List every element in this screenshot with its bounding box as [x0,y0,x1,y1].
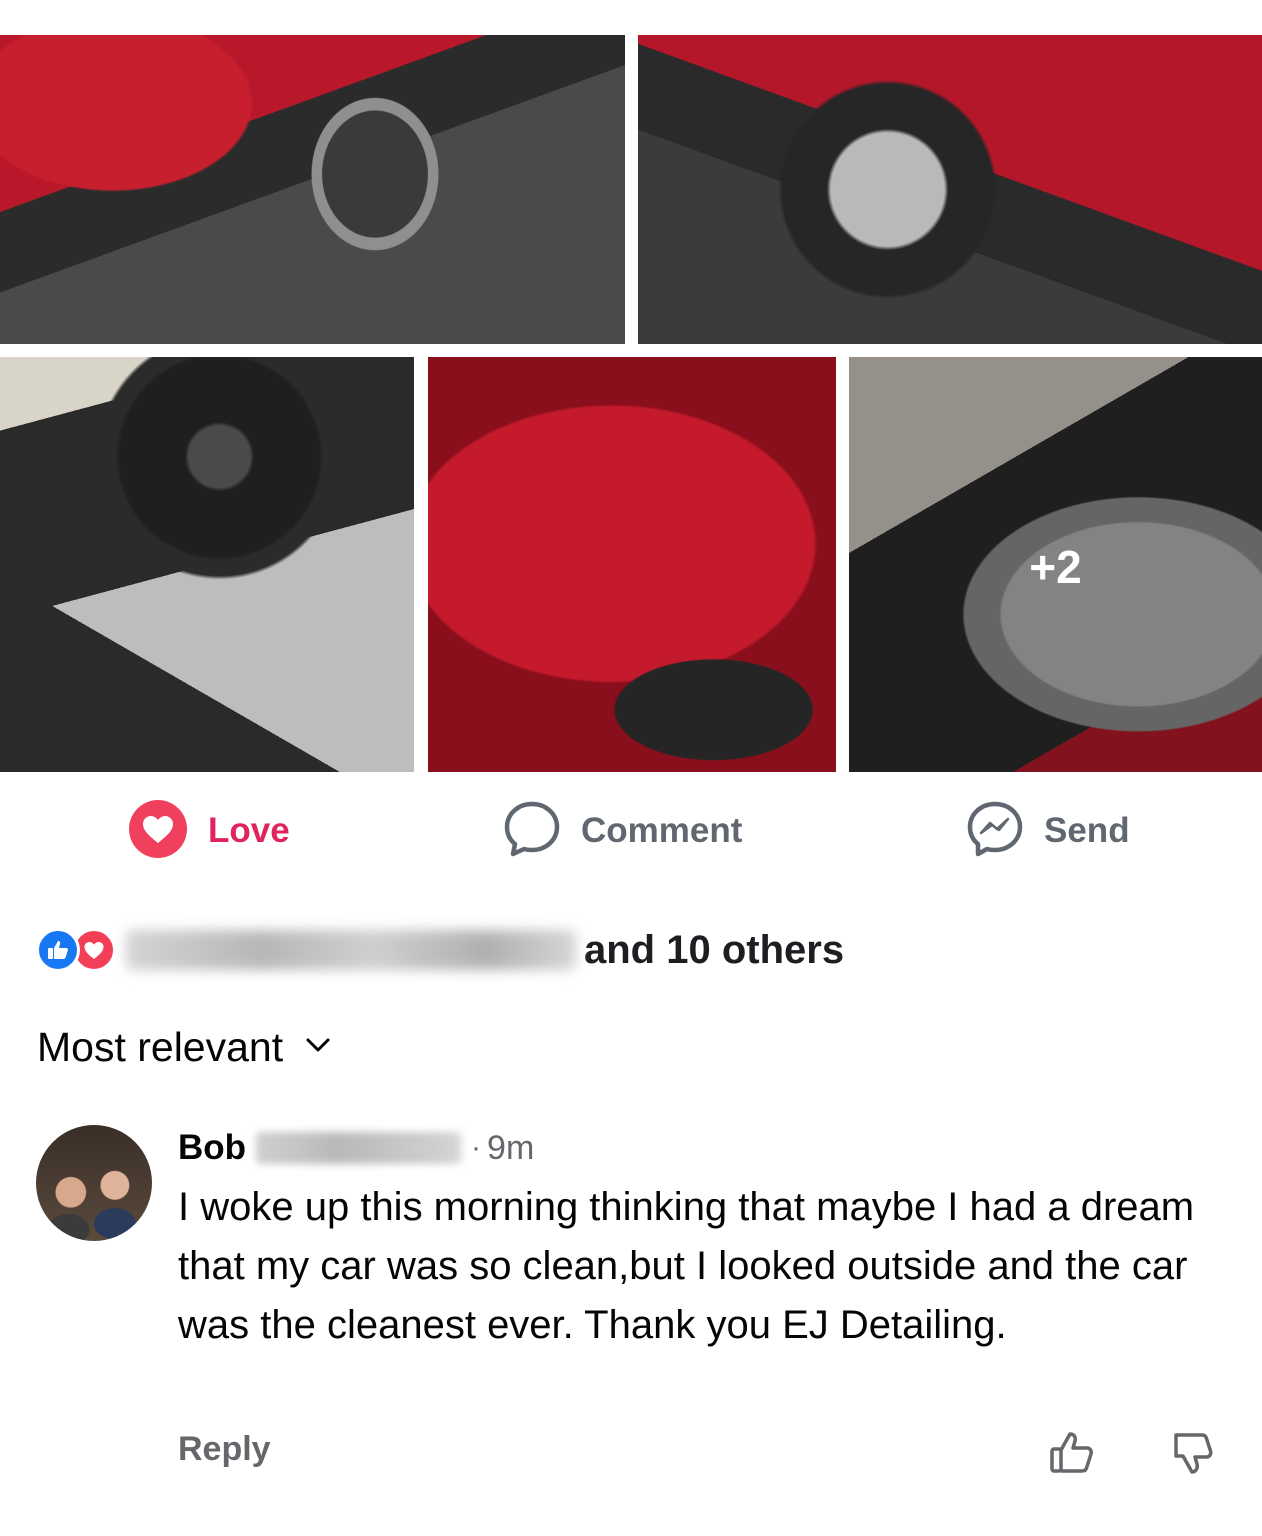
photo-hood[interactable] [428,357,836,772]
comment-bubble-icon [503,800,561,863]
reactions-summary[interactable]: and 10 others [36,925,844,975]
photo-interior-dashboard[interactable] [0,357,414,772]
love-button[interactable]: Love [128,799,290,864]
chevron-down-icon [283,1037,331,1058]
comment-label: Comment [581,811,743,850]
author-surname-redacted [256,1132,462,1164]
like-reaction-icon [36,928,80,972]
reply-button[interactable]: Reply [178,1430,271,1469]
reaction-count-text: and 10 others [584,927,845,972]
messenger-icon [966,800,1024,863]
thumbs-up-icon[interactable] [1048,1429,1096,1482]
comment-text: I woke up this morning thinking that may… [178,1185,1195,1347]
comment-button[interactable]: Comment [503,800,742,862]
dot-separator: · [471,1131,482,1164]
reactor-names-redacted [126,930,576,970]
comment-header: Bob · 9m [178,1124,534,1172]
send-label: Send [1044,811,1130,850]
comment-sort-dropdown[interactable]: Most relevant [37,1024,331,1071]
heart-icon [128,799,188,864]
photo-front-bumper[interactable] [0,35,625,344]
send-button[interactable]: Send [966,800,1130,862]
comment-timestamp: 9m [487,1128,535,1167]
comment-author-name[interactable]: Bob [178,1128,246,1168]
more-photos-count: +2 [1029,541,1082,593]
photo-rear-wheel[interactable] [638,35,1262,344]
photo-rear-seat-more[interactable]: +2 [849,357,1262,772]
love-label: Love [208,811,290,850]
avatar[interactable] [36,1125,152,1241]
thumbs-down-icon[interactable] [1168,1429,1216,1482]
sort-label: Most relevant [37,1024,284,1070]
